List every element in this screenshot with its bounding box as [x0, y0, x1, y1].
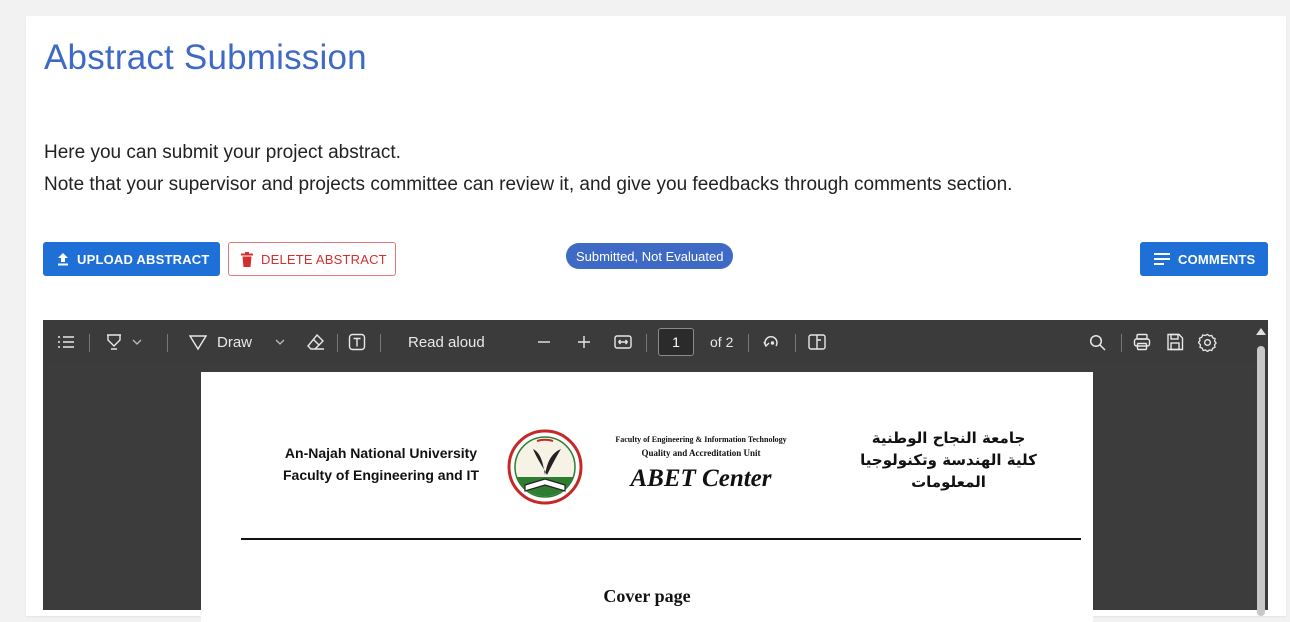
search-icon	[1089, 334, 1106, 351]
rotate-icon	[763, 336, 778, 348]
notes-icon	[1154, 253, 1170, 265]
pdf-toolbar: Draw Read aloud 1 of 2	[43, 320, 1268, 364]
abet-center-title: ABET Center	[630, 465, 772, 492]
contents-button[interactable]	[57, 320, 75, 364]
highlight-icon	[107, 334, 121, 350]
scroll-thumb[interactable]	[1257, 346, 1265, 616]
delete-abstract-label: DELETE ABSTRACT	[261, 251, 387, 267]
eraser-icon	[307, 333, 324, 350]
print-icon	[1133, 333, 1151, 351]
pdf-page: An-Najah National University Faculty of …	[201, 372, 1093, 622]
highlight-button[interactable]	[105, 320, 123, 364]
rotate-button[interactable]	[762, 320, 780, 364]
abet-header: Faculty of Engineering & Information Tec…	[586, 434, 816, 494]
page-view-icon	[808, 334, 826, 350]
contents-icon	[58, 336, 74, 348]
draw-label: Draw	[217, 333, 253, 351]
page-view-button[interactable]	[808, 320, 826, 364]
settings-button[interactable]	[1198, 320, 1217, 364]
page-number-input[interactable]	[658, 328, 694, 356]
text-box-icon	[348, 333, 366, 351]
draw-button[interactable]: Draw	[189, 320, 252, 364]
university-en-line-2: Faculty of Engineering and IT	[282, 467, 479, 483]
trash-icon	[241, 251, 253, 267]
upload-abstract-label: UPLOAD ABSTRACT	[77, 251, 210, 267]
delete-abstract-button[interactable]: DELETE ABSTRACT	[228, 242, 396, 276]
highlight-options-button[interactable]	[132, 320, 142, 364]
chevron-down-icon	[275, 339, 285, 345]
read-aloud-label: Read aloud	[408, 333, 485, 351]
add-text-button[interactable]	[348, 320, 366, 364]
chevron-down-icon	[132, 339, 142, 345]
zoom-out-button[interactable]	[537, 320, 551, 364]
university-ar-line-1: جامعة النجاح الوطنية	[871, 429, 1026, 447]
scroll-up-arrow-icon[interactable]	[1256, 328, 1266, 335]
fit-page-icon	[614, 335, 632, 349]
zoom-out-icon	[538, 341, 550, 343]
settings-icon	[1198, 333, 1217, 352]
intro-text: Here you can submit your project abstrac…	[44, 137, 1274, 201]
comments-label: COMMENTS	[1178, 251, 1256, 267]
upload-icon	[58, 253, 68, 266]
draw-options-button[interactable]	[275, 320, 285, 364]
print-button[interactable]	[1133, 320, 1151, 364]
intro-line-2: Note that your supervisor and projects c…	[44, 174, 1013, 195]
university-name-en: An-Najah National University Faculty of …	[273, 442, 489, 486]
fit-page-button[interactable]	[614, 320, 632, 364]
total-pages-label: of 2	[710, 320, 733, 364]
save-icon	[1167, 333, 1184, 351]
intro-line-1: Here you can submit your project abstrac…	[44, 142, 401, 163]
upload-abstract-button[interactable]: UPLOAD ABSTRACT	[43, 242, 220, 276]
draw-icon	[189, 335, 207, 351]
university-en-line-1: An-Najah National University	[284, 445, 478, 461]
status-badge: Submitted, Not Evaluated	[566, 243, 734, 269]
page-title: Abstract Submission	[44, 38, 367, 77]
total-pages-text: of 2	[710, 334, 734, 350]
header-divider	[241, 538, 1081, 540]
read-aloud-button[interactable]: Read aloud	[408, 320, 485, 364]
pdf-scrollbar[interactable]	[1254, 320, 1268, 616]
eraser-button[interactable]	[307, 320, 325, 364]
university-ar-line-2: كلية الهندسة وتكنولوجيا المعلومات	[860, 451, 1037, 491]
university-name-ar: جامعة النجاح الوطنية كلية الهندسة وتكنول…	[821, 427, 1076, 493]
comments-button[interactable]: COMMENTS	[1140, 242, 1268, 276]
search-button[interactable]	[1089, 320, 1106, 364]
zoom-in-button[interactable]	[577, 320, 591, 364]
zoom-in-icon	[578, 336, 590, 348]
pdf-viewer: Draw Read aloud 1 of 2 An-Najah National…	[43, 320, 1268, 622]
quality-unit-line: Quality and Accreditation Unit	[641, 448, 761, 458]
cover-page-title: Cover page	[603, 586, 691, 606]
save-button[interactable]	[1166, 320, 1184, 364]
faculty-line: Faculty of Engineering & Information Tec…	[615, 435, 787, 444]
university-logo	[507, 429, 583, 505]
